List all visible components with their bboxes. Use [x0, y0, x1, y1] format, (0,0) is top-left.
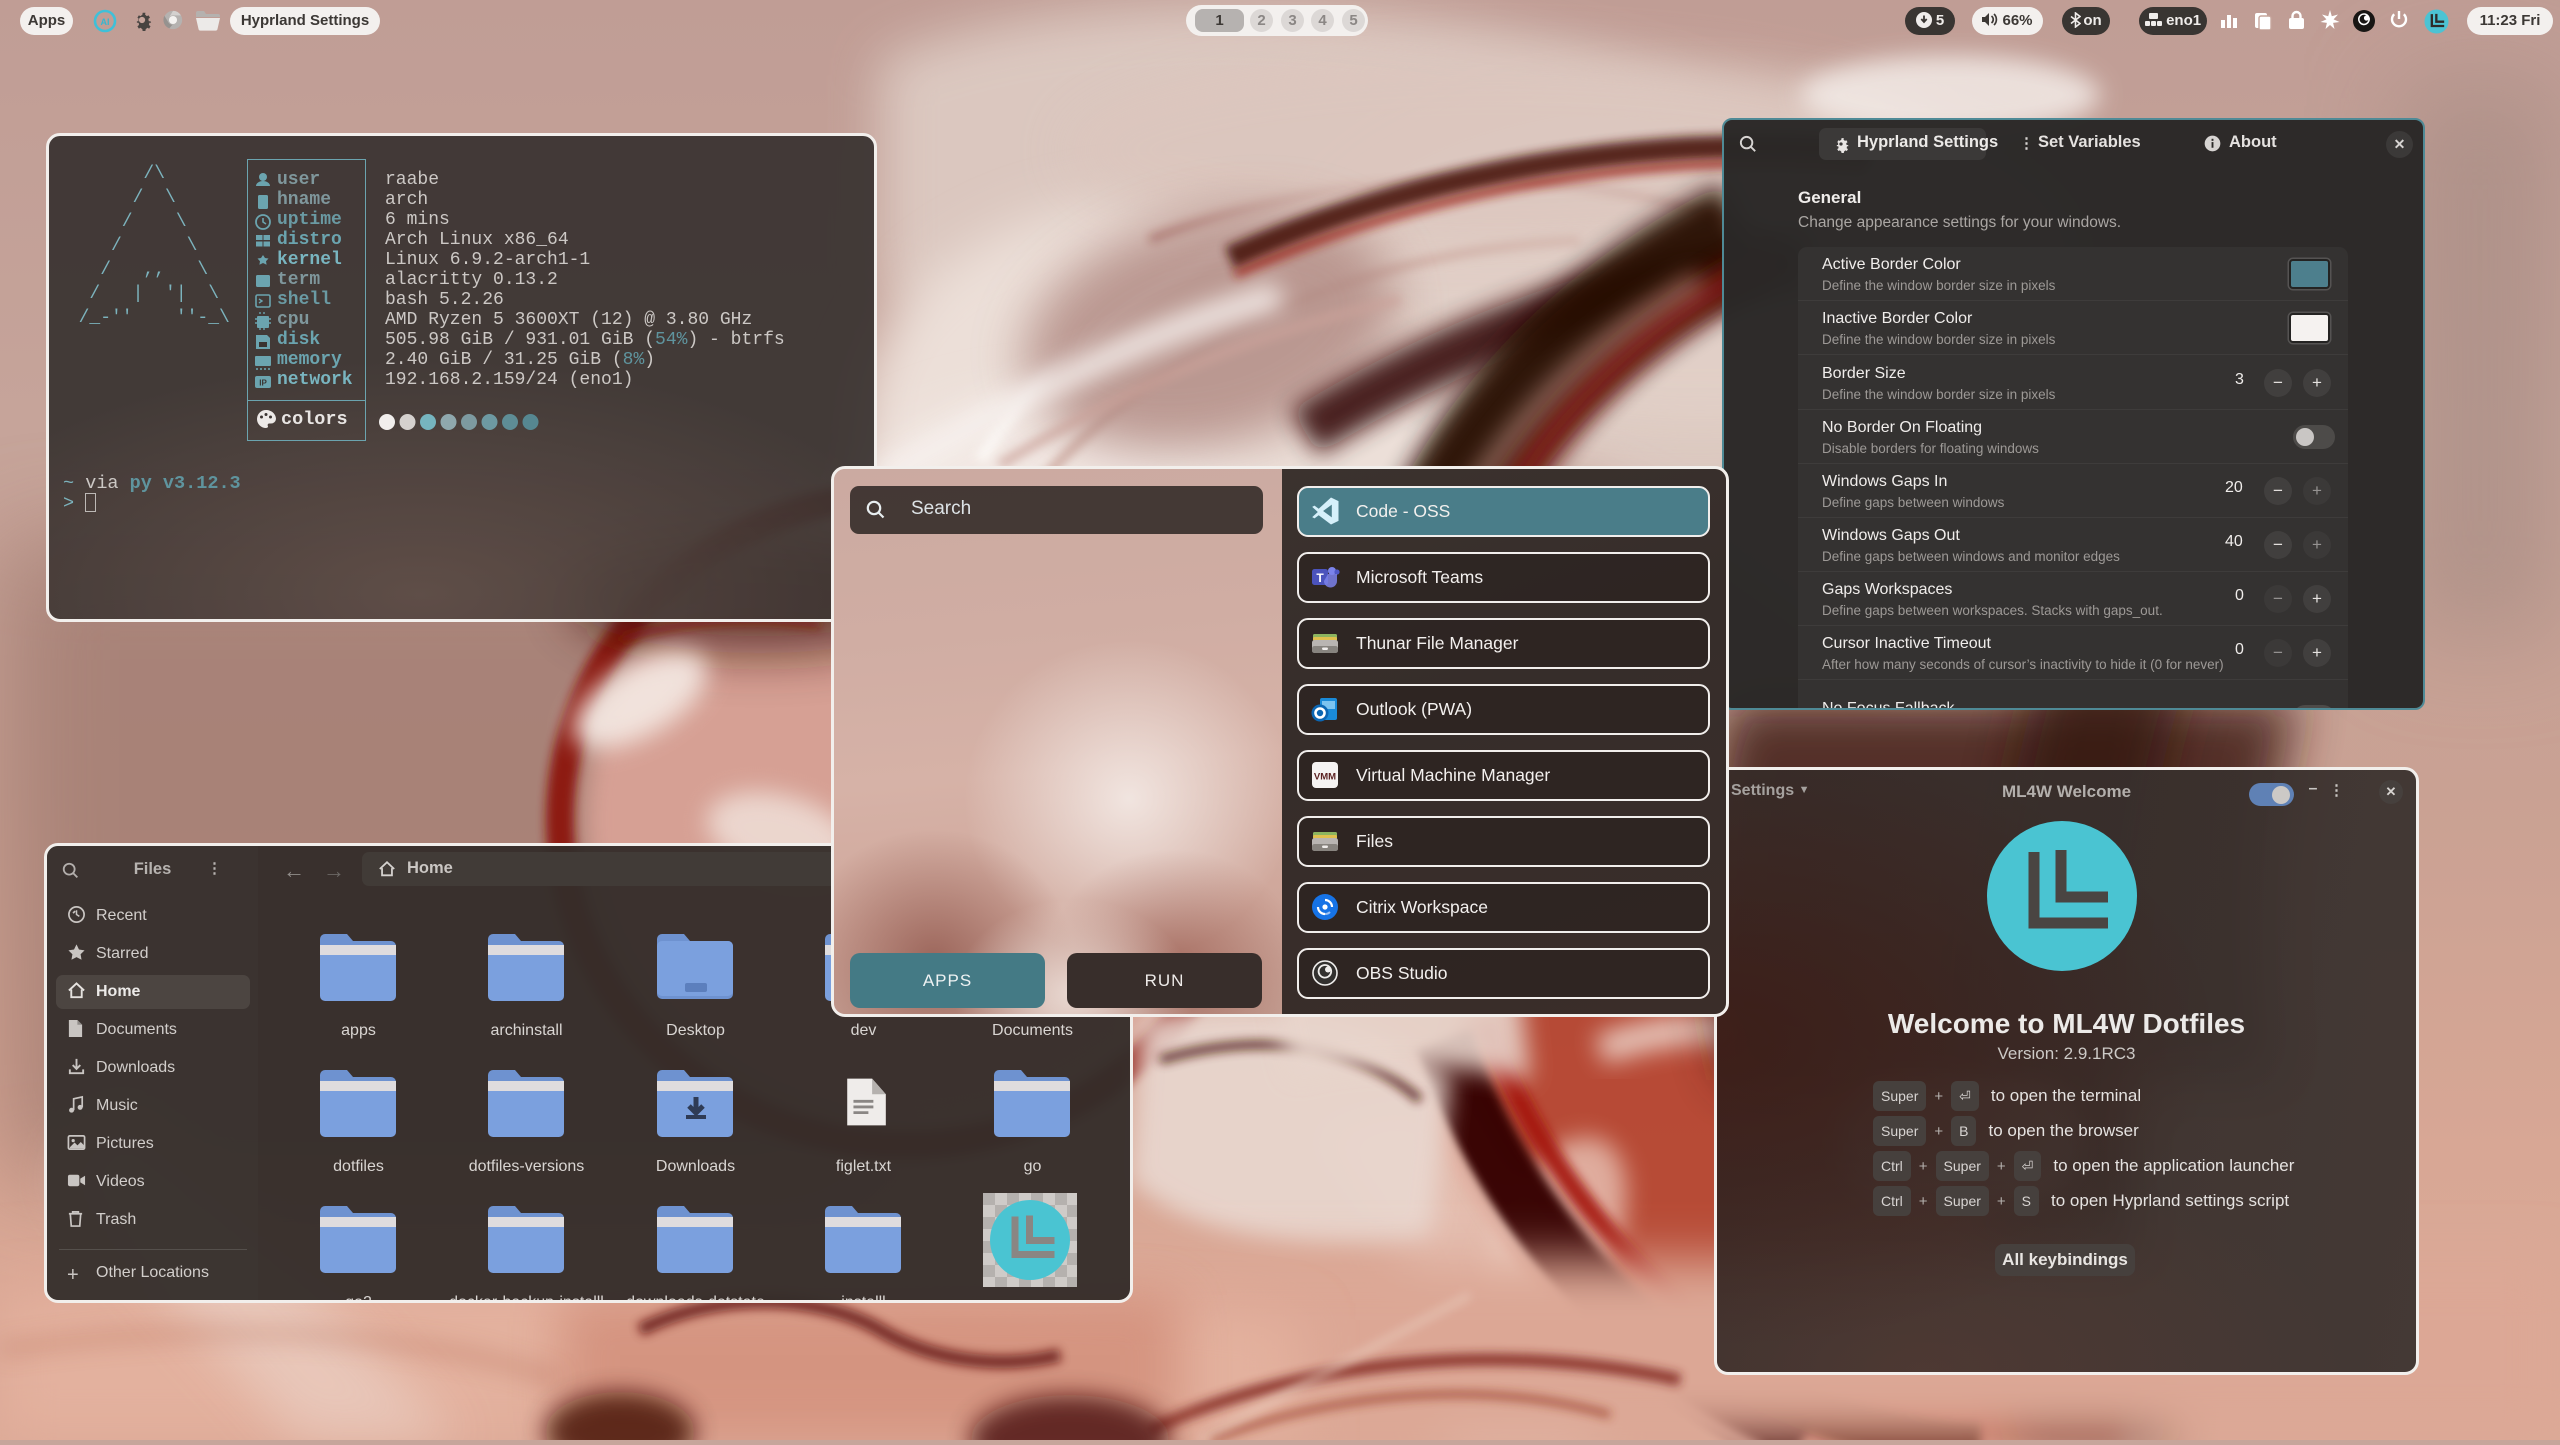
svg-text:T: T — [1316, 571, 1324, 585]
svg-text:VMM: VMM — [1314, 772, 1336, 783]
svg-text:IP: IP — [259, 379, 267, 388]
svg-text:AI: AI — [101, 17, 110, 27]
